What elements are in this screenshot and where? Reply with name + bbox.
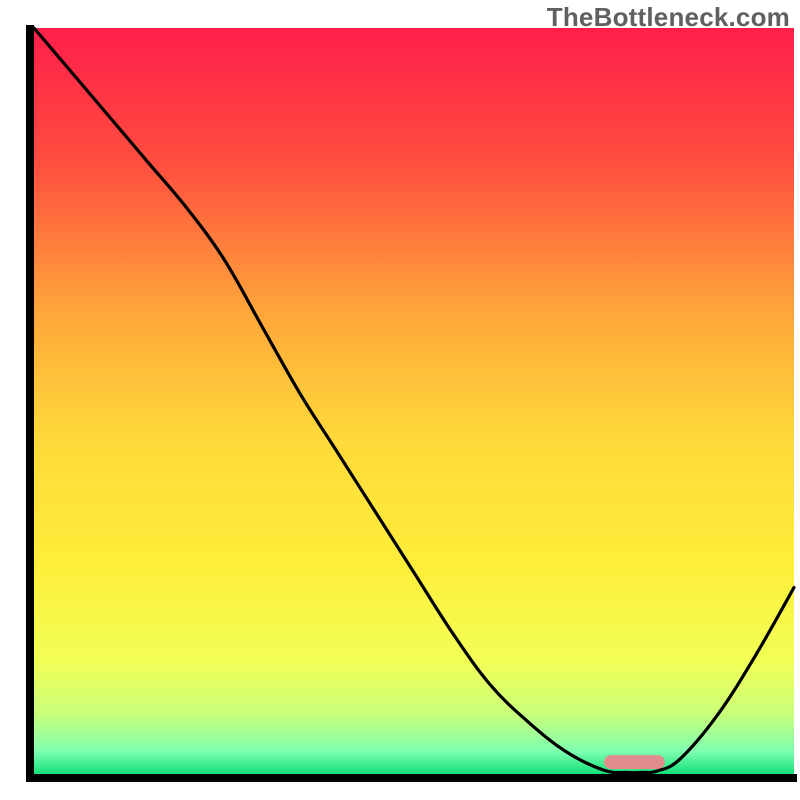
watermark-text: TheBottleneck.com [547,2,790,33]
chart-frame: TheBottleneck.com [0,0,800,800]
optimal-zone-marker [604,755,665,769]
bottleneck-chart [0,0,800,800]
plot-gradient-background [34,28,794,774]
